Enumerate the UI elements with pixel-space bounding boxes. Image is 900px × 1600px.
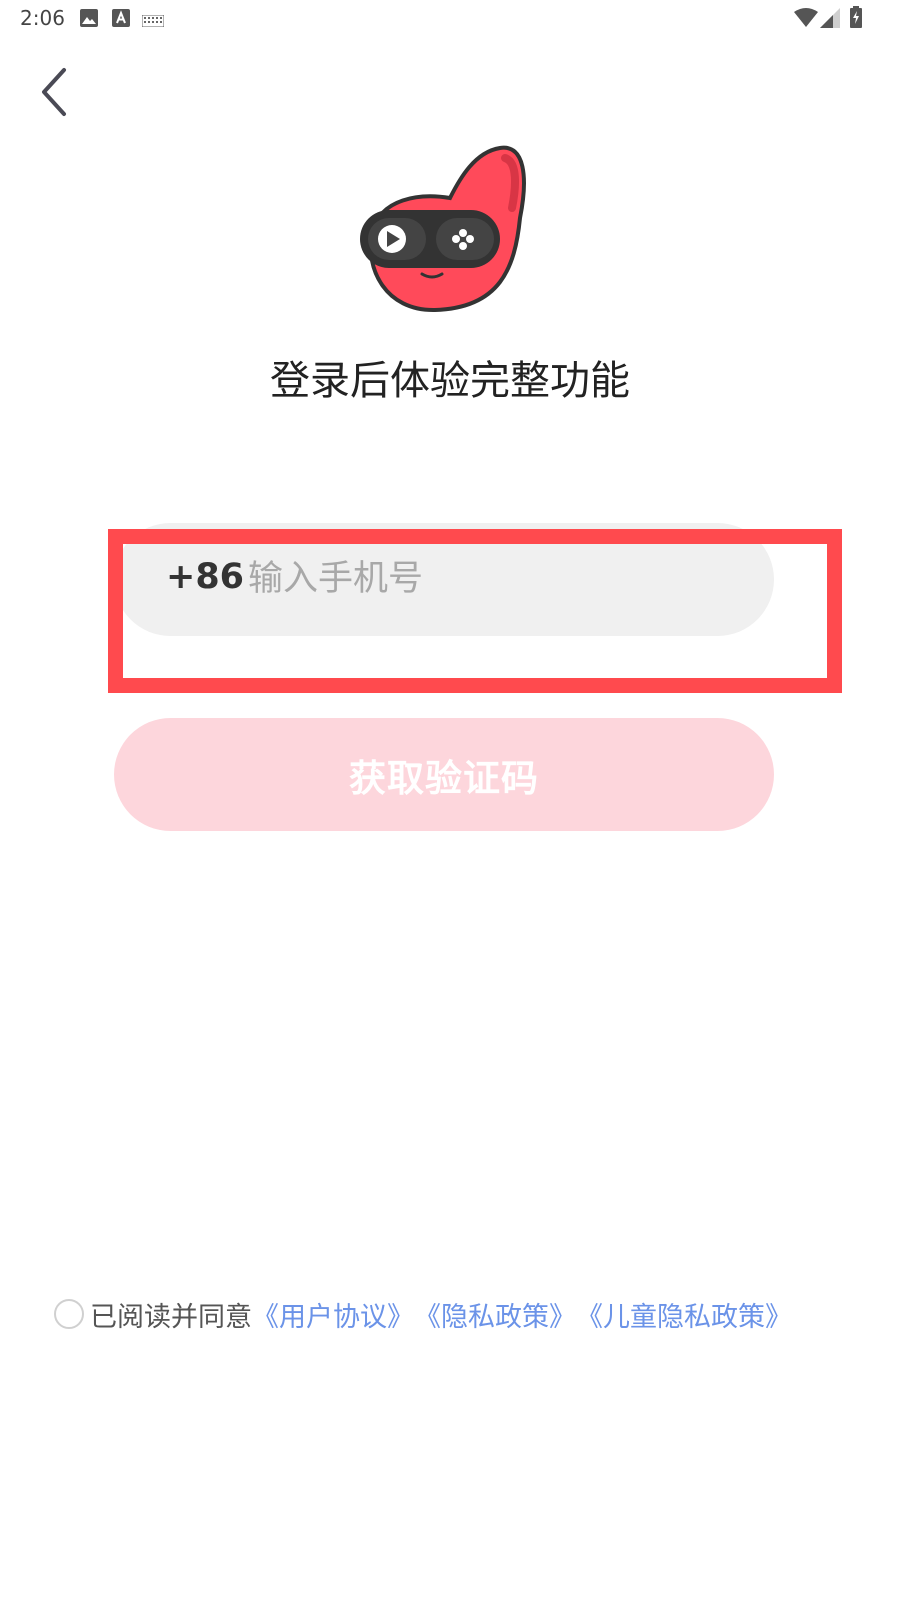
mascot-logo-icon — [350, 138, 540, 328]
agree-checkbox[interactable] — [54, 1299, 84, 1329]
page-title: 登录后体验完整功能 — [270, 358, 630, 404]
a-icon — [112, 9, 130, 31]
back-button[interactable] — [28, 64, 80, 120]
highlight-frame — [108, 529, 842, 693]
privacy-policy-link[interactable]: 《隐私政策》 — [414, 1295, 576, 1334]
status-bar: 2:06 — [0, 0, 900, 38]
login-screen: 2:06 登录后体验完整功能 +86 输入手机号 获取验证码 已阅读并同意 《用… — [0, 0, 900, 1600]
agreement-prefix: 已阅读并同意 — [90, 1301, 252, 1333]
status-time: 2:06 — [20, 6, 65, 30]
signal-icon — [820, 8, 840, 32]
user-agreement-link[interactable]: 《用户协议》 — [252, 1295, 414, 1334]
image-icon — [80, 9, 98, 31]
get-code-button[interactable]: 获取验证码 — [114, 718, 774, 831]
children-privacy-policy-link[interactable]: 《儿童隐私政策》 — [576, 1295, 792, 1334]
wifi-icon — [794, 8, 818, 32]
agreement-row: 已阅读并同意 《用户协议》 《隐私政策》 《儿童隐私政策》 — [54, 1294, 792, 1334]
keyboard-icon — [141, 12, 165, 31]
battery-icon — [850, 6, 862, 32]
chevron-left-icon — [42, 68, 66, 116]
